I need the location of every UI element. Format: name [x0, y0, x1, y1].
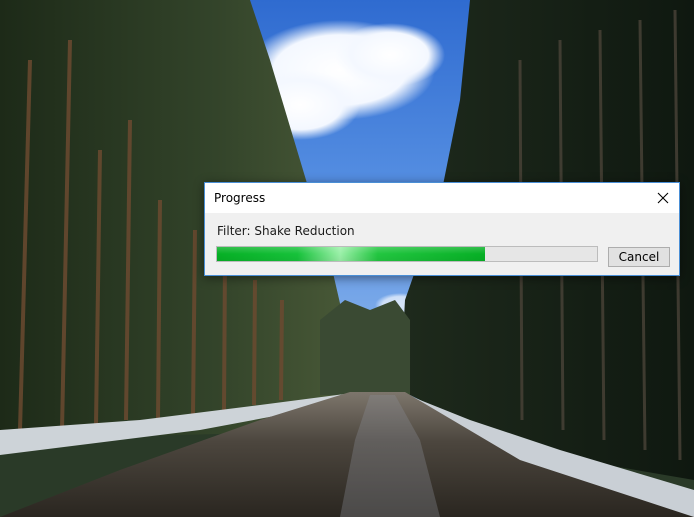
progress-bar-fill [217, 247, 485, 261]
progress-bar [216, 246, 598, 262]
cancel-button[interactable]: Cancel [608, 247, 670, 267]
close-icon [657, 192, 669, 204]
close-button[interactable] [647, 183, 679, 213]
dialog-title: Progress [214, 191, 266, 205]
dialog-titlebar[interactable]: Progress [205, 183, 679, 213]
filter-status-text: Filter: Shake Reduction [217, 224, 355, 238]
desktop-background: Progress Filter: Shake Reduction Cancel [0, 0, 694, 517]
progress-dialog: Progress Filter: Shake Reduction Cancel [204, 182, 680, 276]
